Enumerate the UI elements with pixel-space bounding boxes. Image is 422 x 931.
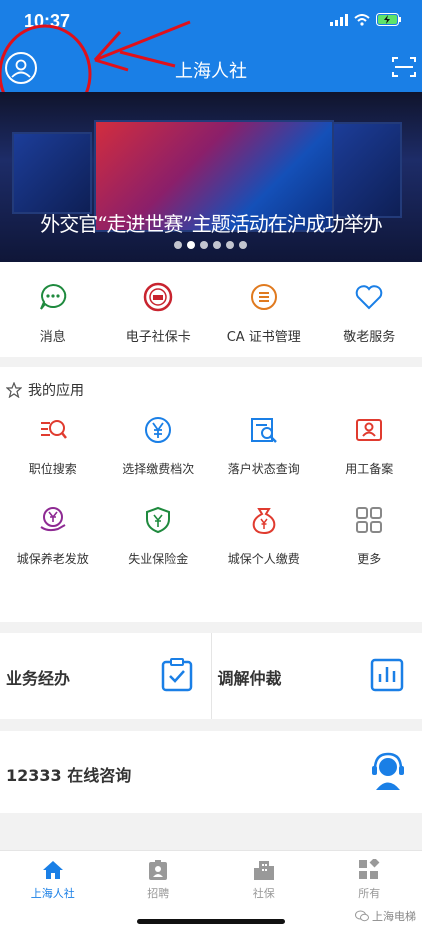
- quick-actions: 消息 电子社保卡 CA 证书管理 敬老服务: [0, 262, 422, 357]
- carousel-dot[interactable]: [200, 241, 208, 249]
- carousel-indicators: [174, 241, 247, 249]
- my-apps-header: 我的应用: [6, 380, 84, 400]
- status-bar: 10:37: [0, 0, 422, 42]
- tab-label: 上海人社: [31, 887, 75, 900]
- watermark: 上海电梯: [355, 908, 416, 924]
- tab-label: 社保: [253, 887, 275, 900]
- building-icon: [253, 859, 275, 881]
- quick-action-label: CA 证书管理: [211, 326, 317, 345]
- bar-chart-icon: [370, 658, 404, 692]
- my-apps-title: 我的应用: [28, 380, 84, 400]
- heart-icon: [354, 282, 384, 312]
- certificate-icon: [249, 282, 279, 312]
- app-label: 失业保险金: [106, 550, 212, 567]
- badge-icon: [147, 859, 169, 881]
- quick-action-social-card[interactable]: 电子社保卡: [106, 262, 212, 357]
- page-title: 上海人社: [0, 57, 422, 83]
- app-pension-payment[interactable]: 城保养老发放: [0, 505, 106, 567]
- quick-action-label: 电子社保卡: [106, 326, 212, 345]
- yuan-icon: [143, 415, 173, 445]
- wechat-icon: [355, 910, 369, 922]
- app-header: 上海人社: [0, 42, 422, 92]
- wifi-icon: [354, 14, 370, 26]
- social-card-icon: [143, 282, 173, 312]
- app-label: 城保个人缴费: [211, 550, 317, 567]
- app-unemployment-insurance[interactable]: 失业保险金: [106, 505, 212, 567]
- carousel-dot[interactable]: [213, 241, 221, 249]
- watermark-text: 上海电梯: [372, 908, 416, 924]
- app-job-search[interactable]: 职位搜索: [0, 415, 106, 477]
- tab-label: 招聘: [147, 887, 169, 900]
- app-residency-status[interactable]: 落户状态查询: [211, 415, 317, 477]
- scan-button[interactable]: [392, 56, 416, 78]
- quick-action-ca-certificate[interactable]: CA 证书管理: [211, 262, 317, 357]
- app-personal-contribution[interactable]: 城保个人缴费: [211, 505, 317, 567]
- app-label: 选择缴费档次: [106, 460, 212, 477]
- app-label: 用工备案: [317, 460, 422, 477]
- insurance-shield-icon: [143, 505, 173, 535]
- banner-screen-right: [332, 122, 402, 218]
- app-payment-tier[interactable]: 选择缴费档次: [106, 415, 212, 477]
- service-label: 业务经办: [6, 665, 70, 689]
- quick-action-elderly-service[interactable]: 敬老服务: [317, 262, 422, 357]
- carousel-dot[interactable]: [187, 241, 195, 249]
- banner-caption: 外交官“走进世赛”主题活动在沪成功举办: [0, 208, 422, 237]
- signal-icon: [330, 14, 348, 26]
- home-indicator: [137, 919, 285, 924]
- carousel-dot[interactable]: [226, 241, 234, 249]
- services-section: 业务经办 调解仲裁: [0, 633, 422, 719]
- carousel-dot[interactable]: [174, 241, 182, 249]
- battery-charging-icon: [376, 13, 402, 26]
- quick-action-label: 消息: [0, 326, 106, 345]
- home-icon: [41, 859, 65, 881]
- app-employment-record[interactable]: 用工备案: [317, 415, 422, 477]
- service-label: 调解仲裁: [218, 665, 282, 689]
- service-business-handling[interactable]: 业务经办: [0, 633, 211, 719]
- news-banner[interactable]: 外交官“走进世赛”主题活动在沪成功举办: [0, 92, 422, 262]
- clipboard-check-icon: [161, 658, 193, 692]
- grid-icon: [354, 505, 384, 535]
- consult-label: 12333 在线咨询: [6, 762, 131, 786]
- app-more[interactable]: 更多: [317, 505, 422, 567]
- document-search-icon: [249, 415, 279, 445]
- pension-icon: [38, 505, 68, 535]
- chat-icon: [38, 282, 68, 312]
- apps-icon: [358, 859, 380, 881]
- my-apps-section: 我的应用 职位搜索 选择缴费档次 落户状态查询 用工备案 城保养老发放 失业保险…: [0, 367, 422, 622]
- money-bag-icon: [249, 505, 279, 535]
- quick-action-label: 敬老服务: [317, 326, 422, 345]
- app-label: 更多: [317, 550, 422, 567]
- status-time: 10:37: [24, 11, 70, 32]
- service-mediation-arbitration[interactable]: 调解仲裁: [211, 633, 422, 719]
- online-consultation[interactable]: 12333 在线咨询: [0, 731, 422, 813]
- headset-icon: [370, 751, 406, 791]
- job-search-icon: [38, 415, 68, 445]
- banner-screen-left: [12, 132, 92, 214]
- app-label: 落户状态查询: [211, 460, 317, 477]
- system-icons: [330, 13, 402, 26]
- app-label: 城保养老发放: [0, 550, 106, 567]
- tab-home[interactable]: 上海人社: [0, 851, 106, 931]
- app-grid: 职位搜索 选择缴费档次 落户状态查询 用工备案 城保养老发放 失业保险金 城保个…: [0, 415, 422, 567]
- employment-record-icon: [354, 415, 384, 445]
- star-icon: [6, 382, 22, 398]
- quick-action-messages[interactable]: 消息: [0, 262, 106, 357]
- tab-label: 所有: [358, 887, 380, 900]
- carousel-dot[interactable]: [239, 241, 247, 249]
- app-label: 职位搜索: [0, 460, 106, 477]
